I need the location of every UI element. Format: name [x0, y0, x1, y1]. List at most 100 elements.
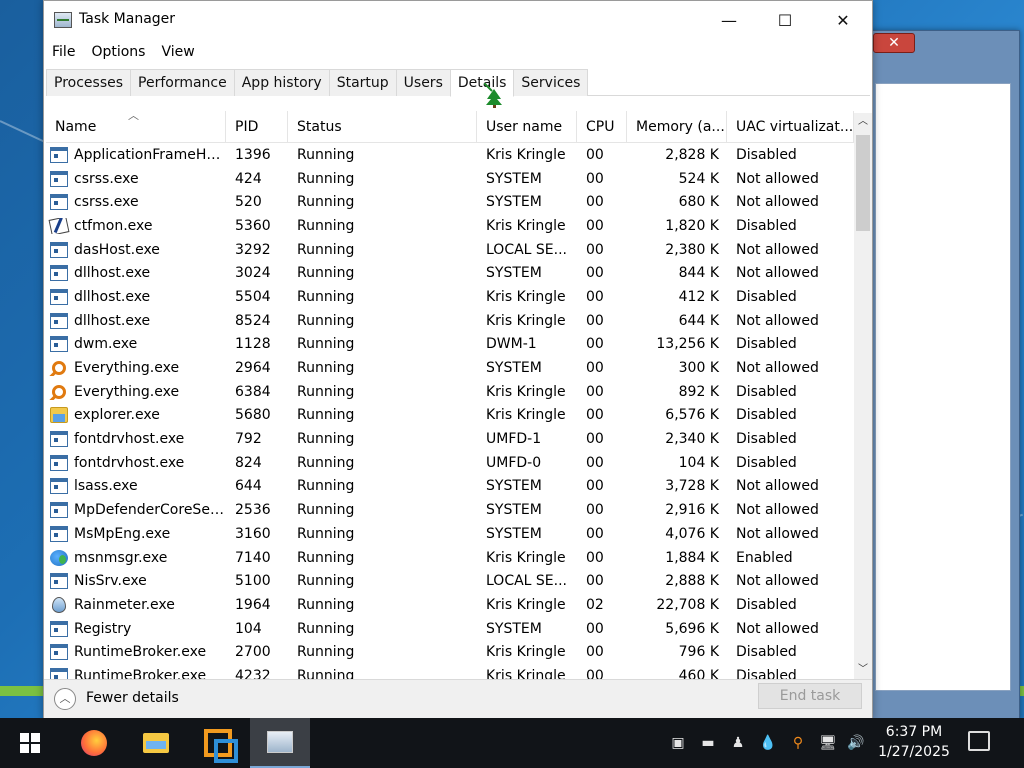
column-header-cpu[interactable]: CPU	[577, 111, 627, 143]
tab-app-history[interactable]: App history	[233, 69, 330, 96]
process-name: dasHost.exe	[74, 241, 160, 258]
tab-users[interactable]: Users	[395, 69, 451, 96]
cell-uac-virtualization: Disabled	[736, 336, 797, 353]
cell-pid: 1396	[235, 146, 271, 163]
tray-media-icon[interactable]: ▣	[668, 733, 688, 753]
taskbar-virtualbox[interactable]	[194, 718, 242, 768]
cell-cpu: 00	[586, 265, 604, 282]
cell-cpu: 00	[586, 170, 604, 187]
table-row[interactable]: RuntimeBroker.exe 4232 Running Kris Kringle…	[46, 664, 854, 679]
column-header-uac-virtualization[interactable]: UAC virtualizat...	[727, 111, 854, 143]
column-header-user-name[interactable]: User name	[477, 111, 577, 143]
table-row[interactable]: fontdrvhost.exe 824 Running UMFD-0 00 104 K Di…	[46, 451, 854, 475]
table-row[interactable]: MpDefenderCoreSer... 2536 Running SYSTEM 00 2…	[46, 498, 854, 522]
tray-everything-search-icon[interactable]: ⚲	[788, 733, 808, 753]
table-row[interactable]: Everything.exe 6384 Running Kris Kringle 00 8…	[46, 380, 854, 404]
table-row[interactable]: Rainmeter.exe 1964 Running Kris Kringle 02 22…	[46, 593, 854, 617]
taskbar-clock[interactable]: 6:37 PM 1/27/2025	[876, 722, 952, 762]
table-row[interactable]: dasHost.exe 3292 Running LOCAL SE... 00 2,380…	[46, 238, 854, 262]
fewer-details-link[interactable]: Fewer details	[86, 690, 179, 706]
menu-file[interactable]: File	[44, 41, 83, 63]
column-header-name[interactable]: ︿ Name	[46, 111, 226, 143]
close-button[interactable]: ✕	[814, 1, 872, 39]
table-row[interactable]: lsass.exe 644 Running SYSTEM 00 3,728 K Not al…	[46, 475, 854, 499]
scroll-up-arrow-icon[interactable]: ︿	[854, 113, 872, 131]
tab-details[interactable]: Details	[449, 69, 515, 97]
table-row[interactable]: msnmsgr.exe 7140 Running Kris Kringle 00 1,88…	[46, 546, 854, 570]
cell-uac-virtualization: Not allowed	[736, 241, 819, 258]
minimize-button[interactable]: —	[700, 1, 758, 39]
table-row[interactable]: dllhost.exe 8524 Running Kris Kringle 00 644 …	[46, 309, 854, 333]
table-row[interactable]: Everything.exe 2964 Running SYSTEM 00 300 K No…	[46, 356, 854, 380]
taskbar-firefox[interactable]	[70, 718, 118, 768]
column-header-status[interactable]: Status	[288, 111, 477, 143]
table-row[interactable]: RuntimeBroker.exe 2700 Running Kris Kringle…	[46, 640, 854, 664]
cell-cpu: 00	[586, 241, 604, 258]
table-row[interactable]: NisSrv.exe 5100 Running LOCAL SE... 00 2,888 …	[46, 569, 854, 593]
cell-uac-virtualization: Disabled	[736, 431, 797, 448]
process-name: fontdrvhost.exe	[74, 454, 185, 471]
tray-volume-icon[interactable]: 🔊	[846, 733, 866, 753]
table-row[interactable]: dllhost.exe 5504 Running Kris Kringle 00 412 …	[46, 285, 854, 309]
tab-services[interactable]: Services	[513, 69, 589, 96]
tray-storage-icon[interactable]: ▬	[698, 733, 718, 753]
end-task-button[interactable]: End task	[758, 683, 862, 709]
cell-status: Running	[297, 360, 355, 377]
cell-name: NisSrv.exe	[46, 573, 226, 590]
tab-performance[interactable]: Performance	[130, 69, 235, 96]
table-row[interactable]: fontdrvhost.exe 792 Running UMFD-1 00 2,340 K…	[46, 427, 854, 451]
menu-view[interactable]: View	[153, 41, 202, 63]
taskbar-task-manager[interactable]	[250, 718, 310, 768]
tray-user-network-icon[interactable]: ♟	[728, 733, 748, 753]
table-row[interactable]: explorer.exe 5680 Running Kris Kringle 00 6,5…	[46, 404, 854, 428]
cell-pid: 2964	[235, 360, 271, 377]
vertical-scrollbar[interactable]: ︿ ﹀	[854, 113, 872, 679]
cell-cpu: 00	[586, 146, 604, 163]
table-row[interactable]: csrss.exe 520 Running SYSTEM 00 680 K Not allo…	[46, 190, 854, 214]
tray-rainmeter-icon[interactable]: 💧	[758, 733, 778, 753]
tab-processes[interactable]: Processes	[46, 69, 132, 96]
cell-name: dasHost.exe	[46, 241, 226, 258]
cell-pid: 644	[235, 478, 262, 495]
cell-memory: 892 K	[678, 383, 719, 400]
table-row[interactable]: ApplicationFrameHo... 1396 Running Kris Kri…	[46, 143, 854, 167]
cell-user-name: Kris Kringle	[486, 407, 566, 424]
column-header-memory[interactable]: Memory (a...	[627, 111, 727, 143]
cell-name: lsass.exe	[46, 478, 226, 495]
menu-options[interactable]: Options	[83, 41, 153, 63]
start-button[interactable]	[6, 718, 54, 768]
cell-user-name: Kris Kringle	[486, 549, 566, 566]
cell-user-name: LOCAL SE...	[486, 241, 568, 258]
cell-pid: 7140	[235, 549, 271, 566]
taskbar-file-explorer[interactable]	[132, 718, 180, 768]
cell-user-name: Kris Kringle	[486, 288, 566, 305]
cell-pid: 6384	[235, 383, 271, 400]
cell-name: Registry	[46, 620, 226, 637]
table-row[interactable]: csrss.exe 424 Running SYSTEM 00 524 K Not allo…	[46, 167, 854, 191]
table-row[interactable]: MsMpEng.exe 3160 Running SYSTEM 00 4,076 K Not…	[46, 522, 854, 546]
table-header: ︿ Name PID Status User name CPU Memory (…	[46, 111, 854, 143]
table-row[interactable]: ctfmon.exe 5360 Running Kris Kringle 00 1,820…	[46, 214, 854, 238]
process-name: fontdrvhost.exe	[74, 431, 185, 448]
process-generic-icon	[50, 620, 68, 637]
cell-user-name: Kris Kringle	[486, 146, 566, 163]
maximize-button[interactable]: ☐	[756, 1, 814, 39]
column-header-pid[interactable]: PID	[226, 111, 288, 143]
scroll-down-arrow-icon[interactable]: ﹀	[854, 661, 872, 679]
clock-time: 6:37 PM	[885, 724, 943, 740]
title-bar[interactable]: Task Manager — ☐ ✕	[44, 1, 872, 39]
tray-network-icon[interactable]: 🖥	[818, 733, 838, 753]
tab-startup[interactable]: Startup	[328, 69, 397, 96]
action-center-icon[interactable]	[968, 731, 990, 751]
chevron-up-icon[interactable]: ︿	[54, 688, 76, 710]
table-row[interactable]: Registry 104 Running SYSTEM 00 5,696 K Not all…	[46, 617, 854, 641]
cell-pid: 4232	[235, 667, 271, 679]
background-window[interactable]: ✕	[860, 30, 1020, 720]
scrollbar-thumb[interactable]	[856, 135, 870, 231]
cell-status: Running	[297, 241, 355, 258]
table-row[interactable]: dwm.exe 1128 Running DWM-1 00 13,256 K Disable…	[46, 333, 854, 357]
table-row[interactable]: dllhost.exe 3024 Running SYSTEM 00 844 K Not a…	[46, 261, 854, 285]
background-window-close-button[interactable]: ✕	[873, 33, 915, 53]
cell-memory: 2,380 K	[665, 241, 719, 258]
process-name: dwm.exe	[74, 336, 138, 353]
